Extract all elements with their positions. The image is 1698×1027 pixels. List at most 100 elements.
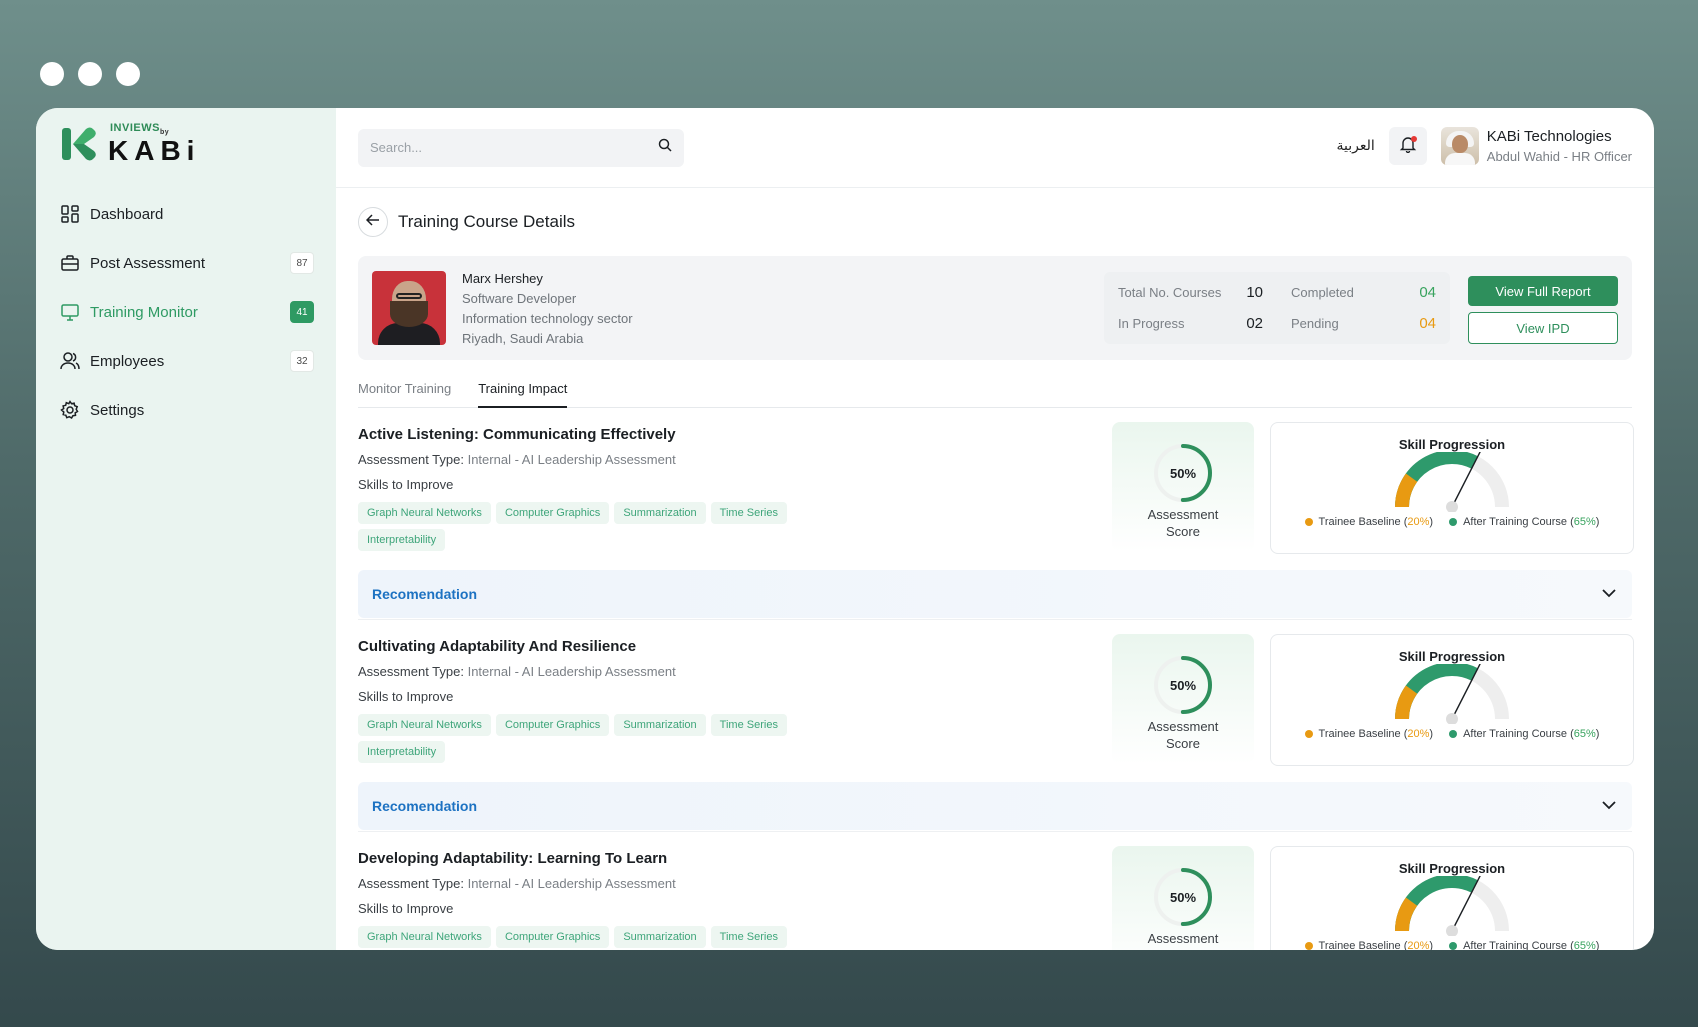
skill-progression-card: Skill Progression Trainee Baseline (20%)… <box>1270 634 1634 766</box>
window-controls <box>40 62 140 86</box>
employee-name: Marx Hershey <box>462 270 543 286</box>
window-dot[interactable] <box>116 62 140 86</box>
employee-profile-card: Marx Hershey Software Developer Informat… <box>358 256 1632 360</box>
course-block: Developing Adaptability: Learning To Lea… <box>358 846 1634 950</box>
legend-dot-after <box>1449 730 1458 738</box>
skill-gauge <box>1387 452 1517 514</box>
legend-baseline: Trainee Baseline (20%) <box>1319 940 1434 950</box>
legend-close: ) <box>1429 940 1434 950</box>
score-value: 50% <box>1170 678 1196 693</box>
search-box[interactable] <box>358 128 684 167</box>
employee-title: Software Developer <box>462 290 577 306</box>
tab-monitor-training[interactable]: Monitor Training <box>358 370 451 408</box>
sidebar-item-label: Settings <box>90 401 145 419</box>
search-icon[interactable] <box>658 138 672 157</box>
score-ring: 50% <box>1154 868 1212 926</box>
monitor-icon <box>60 302 80 322</box>
skill-chip: Summarization <box>614 502 706 524</box>
legend-baseline-label: Trainee Baseline ( <box>1318 516 1408 528</box>
legend-close: ) <box>1595 940 1600 950</box>
chevron-down-icon[interactable] <box>1602 585 1616 603</box>
logo[interactable]: INVIEWSby KABi <box>60 123 314 166</box>
topbar: العربية KABi Technologies Abdul Wahid - … <box>336 108 1654 188</box>
skill-chip: Time Series <box>710 714 787 736</box>
sidebar-item-settings[interactable]: Settings <box>58 396 314 424</box>
skill-legend: Trainee Baseline (20%) After Training Co… <box>1304 940 1599 950</box>
logo-text: KABi <box>108 134 201 166</box>
legend-baseline: Trainee Baseline (20%) <box>1319 516 1434 528</box>
skill-chip: Computer Graphics <box>495 926 610 948</box>
legend-close: ) <box>1595 516 1600 528</box>
language-switch[interactable]: العربية <box>1337 138 1375 154</box>
arrow-left-icon <box>365 213 380 231</box>
sidebar-item-dashboard[interactable]: Dashboard <box>58 200 314 228</box>
stat-completed-value: 04 <box>1419 284 1436 301</box>
legend-baseline-label: Trainee Baseline ( <box>1318 940 1408 950</box>
course-card: Developing Adaptability: Learning To Lea… <box>358 846 1634 950</box>
legend-after-label: After Training Course ( <box>1463 516 1574 528</box>
window-dot[interactable] <box>78 62 102 86</box>
recommendation-accordion[interactable]: Recomendation <box>358 570 1632 618</box>
sidebar-item-post-assessment[interactable]: Post Assessment 87 <box>58 249 314 277</box>
skill-chips: Graph Neural Networks Computer Graphics … <box>358 714 818 763</box>
score-ring: 50% <box>1154 444 1212 502</box>
users-icon <box>60 351 80 371</box>
recommendation-accordion[interactable]: Recomendation <box>358 782 1632 830</box>
course-block: Cultivating Adaptability And Resilience … <box>358 634 1634 832</box>
skill-chip: Summarization <box>614 926 706 948</box>
view-full-report-button[interactable]: View Full Report <box>1468 276 1618 306</box>
score-value: 50% <box>1170 890 1196 905</box>
skill-progression-title: Skill Progression <box>1398 649 1506 664</box>
legend-dot-baseline <box>1304 730 1313 738</box>
assessment-type-label: Assessment Type: <box>358 664 468 679</box>
legend-after-pct: 65% <box>1573 728 1596 740</box>
sidebar-item-employees[interactable]: Employees 32 <box>58 347 314 375</box>
notification-button[interactable] <box>1388 127 1427 165</box>
skill-progression-card: Skill Progression Trainee Baseline (20%)… <box>1270 846 1634 950</box>
search-input[interactable] <box>370 140 630 155</box>
employee-sector: Information technology sector <box>462 310 633 326</box>
divider <box>358 619 1632 620</box>
skill-chips: Graph Neural Networks Computer Graphics … <box>358 926 818 950</box>
sidebar-item-label: Dashboard <box>90 205 164 223</box>
legend-dot-baseline <box>1304 942 1313 950</box>
count-badge: 41 <box>290 301 314 323</box>
legend-baseline-label: Trainee Baseline ( <box>1318 728 1408 740</box>
tab-training-impact[interactable]: Training Impact <box>478 370 568 408</box>
window-dot[interactable] <box>40 62 64 86</box>
chevron-down-icon[interactable] <box>1602 797 1616 815</box>
skill-chip: Time Series <box>710 502 787 524</box>
logo-mark-icon <box>60 126 100 162</box>
stat-pending-value: 04 <box>1419 315 1436 332</box>
recommendation-label: Recomendation <box>372 798 478 814</box>
legend-after-pct: 65% <box>1573 940 1596 950</box>
legend-after: After Training Course (65%) <box>1463 516 1599 528</box>
dashboard-icon <box>60 204 80 224</box>
assessment-score-card: 50% Assessment Score <box>1112 634 1254 764</box>
sidebar-nav: Dashboard Post Assessment 87 Training Mo… <box>58 200 314 424</box>
assessment-type-value: Internal - AI Leadership Assessment <box>467 452 676 467</box>
assessment-type-value: Internal - AI Leadership Assessment <box>467 876 676 891</box>
legend-after: After Training Course (65%) <box>1463 940 1599 950</box>
gauge-baseline-arc <box>1395 897 1418 932</box>
skill-legend: Trainee Baseline (20%) After Training Co… <box>1304 728 1599 740</box>
employee-photo <box>372 271 446 345</box>
skill-chips: Graph Neural Networks Computer Graphics … <box>358 502 818 551</box>
skill-chip: Interpretability <box>358 529 446 551</box>
page-title: Training Course Details <box>398 212 575 231</box>
legend-after-label: After Training Course ( <box>1463 940 1574 950</box>
score-ring: 50% <box>1154 656 1212 714</box>
gauge-baseline-arc <box>1395 685 1418 720</box>
score-label: Assessment Score <box>1147 931 1219 950</box>
view-ipd-button[interactable]: View IPD <box>1468 312 1618 344</box>
user-menu[interactable]: KABi Technologies Abdul Wahid - HR Offic… <box>1440 127 1632 165</box>
sidebar-item-training-monitor[interactable]: Training Monitor 41 <box>58 298 314 326</box>
legend-after-label: After Training Course ( <box>1463 728 1574 740</box>
assessment-type-value: Internal - AI Leadership Assessment <box>467 664 676 679</box>
score-label: Assessment Score <box>1147 507 1219 539</box>
avatar <box>1440 127 1479 165</box>
course-stats: Total No. Courses 10 Completed 04 In Progr… <box>1104 272 1450 344</box>
back-button[interactable] <box>358 207 388 237</box>
company-name: KABi Technologies <box>1486 128 1612 145</box>
stat-total-value: 10 <box>1246 284 1263 301</box>
